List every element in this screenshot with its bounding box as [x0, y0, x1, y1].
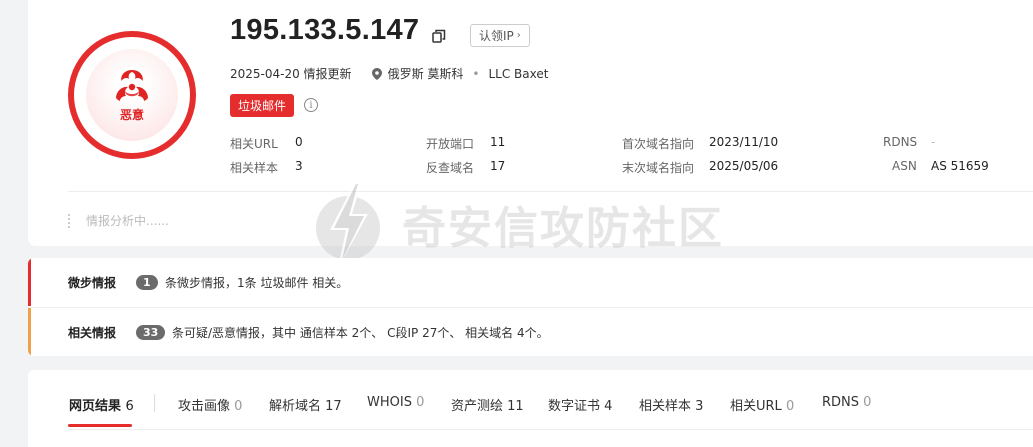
divider: [68, 191, 1033, 192]
stat-first-domain: 首次域名指向 2023/11/10: [622, 135, 779, 151]
intel-bar-red: [28, 258, 31, 306]
stat-related-url[interactable]: 相关URL 0: [230, 135, 303, 152]
intel-related-count: 33: [136, 324, 166, 340]
separator-dot: •: [472, 66, 480, 81]
tab-certificates[interactable]: 数字证书 4: [548, 395, 612, 414]
info-icon[interactable]: i: [304, 98, 318, 112]
intel-summary-card: 微步情报 1 条微步情报，1条 垃圾邮件 相关。 相关情报 33 条可疑/恶意情…: [28, 258, 1033, 356]
tab-asset-mapping[interactable]: 资产测绘 11: [451, 395, 524, 414]
tab-separator: [154, 394, 155, 412]
stat-last-domain: 末次域名指向 2025/05/06: [622, 159, 779, 175]
tab-resolved-domains[interactable]: 解析域名 17: [269, 395, 342, 414]
organization: LLC Baxet: [488, 66, 549, 81]
intel-micro-count: 1: [136, 274, 158, 290]
active-tab-indicator: [68, 424, 132, 427]
threat-level-label: 恶意: [119, 107, 144, 122]
tab-web-results[interactable]: 网页结果 6: [69, 395, 134, 414]
loading-spinner-icon: [68, 213, 76, 228]
claim-ip-button[interactable]: 认领IP ›: [470, 24, 530, 47]
tab-related-samples[interactable]: 相关样本 3: [639, 395, 703, 414]
claim-ip-label: 认领IP: [479, 29, 514, 43]
tab-rdns[interactable]: RDNS 0: [822, 395, 871, 410]
biohazard-icon: [116, 69, 148, 101]
location: 俄罗斯 莫斯科: [387, 67, 464, 81]
stat-asn[interactable]: ASN AS 51659: [892, 159, 989, 173]
intel-related-desc: 条可疑/恶意情报，其中 通信样本 2个、 C段IP 27个、 相关域名 4个。: [172, 325, 549, 340]
divider: [68, 429, 1033, 430]
tab-attack-profile[interactable]: 攻击画像 0: [178, 395, 242, 414]
analysis-status: 情报分析中......: [68, 212, 169, 229]
intel-bar-orange: [28, 308, 31, 356]
result-tabs-card: 网页结果 6 攻击画像 0 解析域名 17 WHOIS 0 资产测绘 11 数字…: [28, 370, 1033, 447]
tab-related-url[interactable]: 相关URL 0: [730, 395, 794, 414]
threat-badge: 恶意: [68, 31, 196, 159]
spam-tag[interactable]: 垃圾邮件: [230, 94, 295, 117]
ip-profile-card: 恶意 195.133.5.147 认领IP › 2025-04-20 情报更新 …: [28, 0, 1033, 246]
ip-address-title: 195.133.5.147: [230, 14, 420, 46]
intel-micro-title: 微步情报: [68, 275, 117, 290]
intel-related-title: 相关情报: [68, 325, 117, 340]
stat-rdns: RDNS -: [883, 135, 936, 149]
update-date: 2025-04-20 情报更新: [230, 67, 352, 81]
stat-related-sample[interactable]: 相关样本 3: [230, 159, 303, 176]
intel-row-micro[interactable]: 微步情报 1 条微步情报，1条 垃圾邮件 相关。: [28, 258, 1033, 306]
chevron-right-icon: ›: [516, 30, 521, 41]
intel-row-related[interactable]: 相关情报 33 条可疑/恶意情报，其中 通信样本 2个、 C段IP 27个、 相…: [28, 308, 1033, 356]
tab-whois[interactable]: WHOIS 0: [367, 395, 424, 410]
stat-reverse-domain[interactable]: 反查域名 17: [426, 159, 505, 176]
ip-meta-row: 2025-04-20 情报更新 俄罗斯 莫斯科 • LLC Baxet: [230, 65, 548, 82]
stat-open-ports[interactable]: 开放端口 11: [426, 135, 505, 152]
location-pin-icon: [371, 67, 382, 80]
copy-icon[interactable]: [432, 29, 446, 43]
intel-micro-desc: 条微步情报，1条 垃圾邮件 相关。: [165, 275, 349, 290]
